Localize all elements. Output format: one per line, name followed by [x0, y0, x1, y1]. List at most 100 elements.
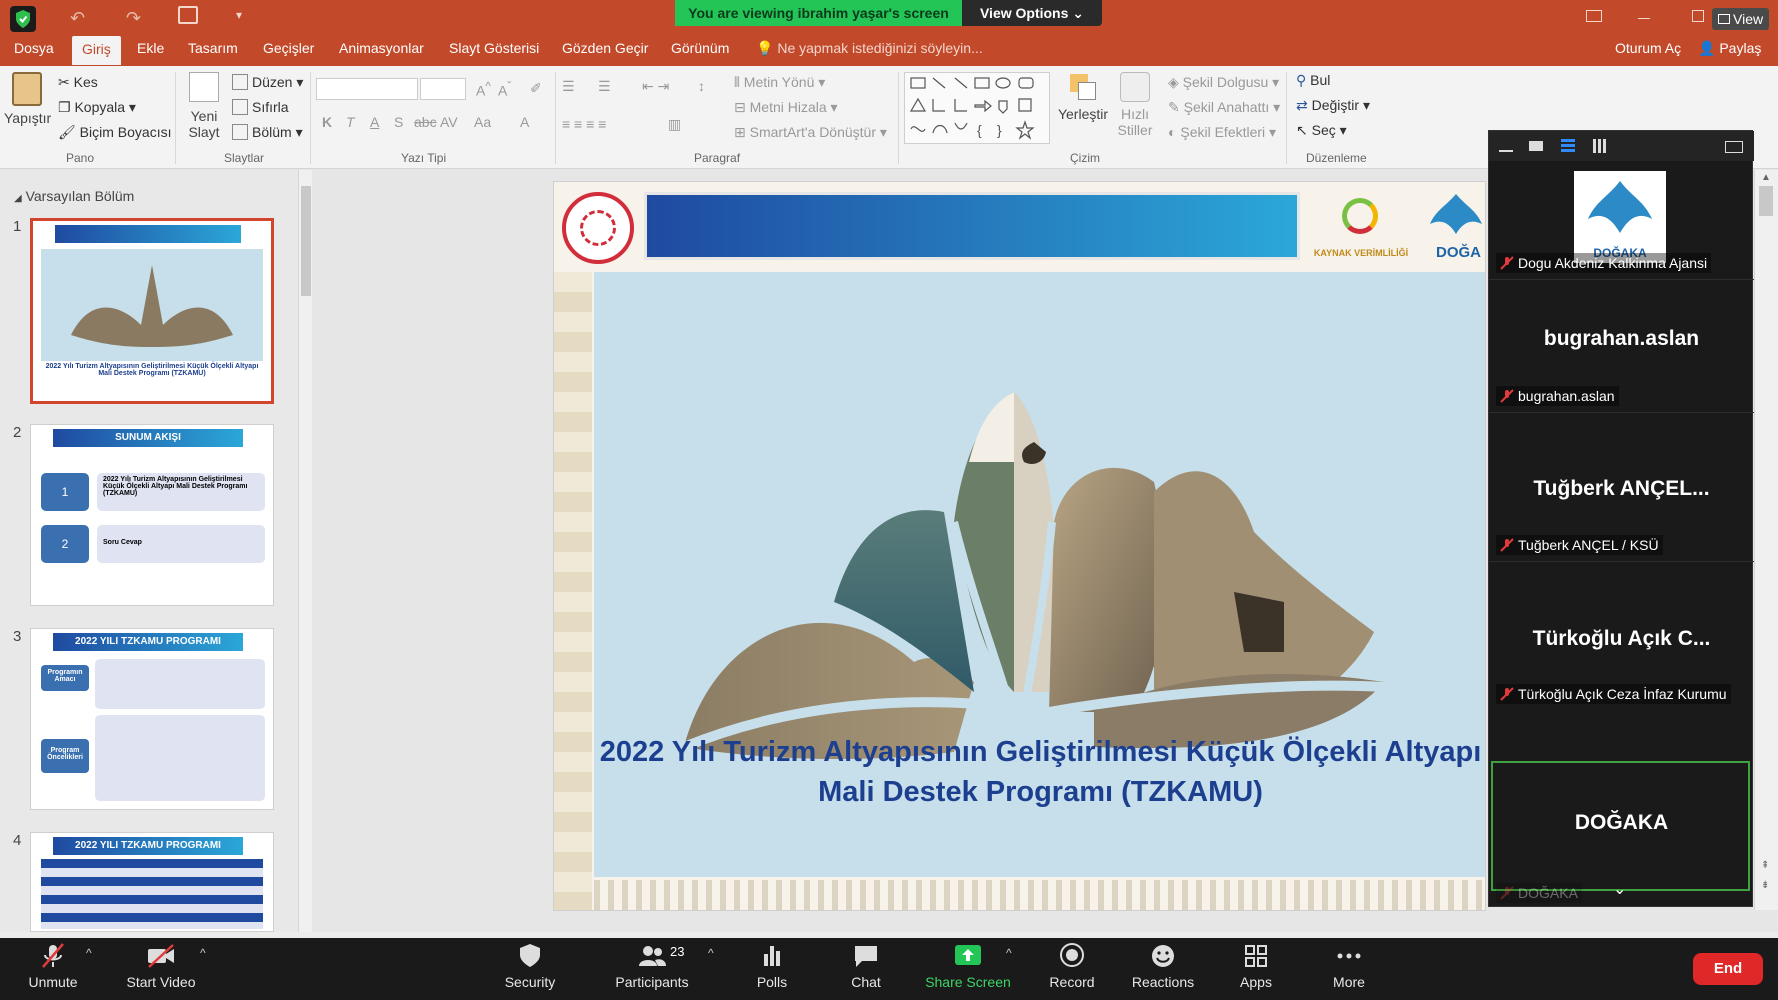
slide-thumbnail-2[interactable]: SUNUM AKIŞI 1 2022 Yılı Turizm Altyapısı… [30, 424, 274, 606]
slide-title[interactable]: 2022 Yılı Turizm Altyapısının Geliştiril… [594, 732, 1485, 812]
columns-icon[interactable]: ▥ [668, 116, 681, 133]
logo-caption: KAYNAK VERİMLİLİĞİ [1313, 248, 1409, 258]
minimize-icon[interactable] [1638, 18, 1650, 19]
share-options-chevron-icon[interactable]: ^ [1006, 946, 1012, 960]
line-spacing-icon[interactable]: ↕ [698, 78, 705, 94]
section-button[interactable]: Bölüm ▾ [232, 124, 303, 141]
paste-button[interactable]: Yapıştır [4, 72, 51, 126]
numbering-icon[interactable]: ☰ [598, 78, 611, 95]
customize-qat-icon[interactable]: ▾ [236, 8, 242, 22]
apps-button[interactable]: Apps [1236, 942, 1276, 990]
scrollbar-thumb[interactable] [1759, 186, 1773, 216]
tab-gozden-gecir[interactable]: Gözden Geçir [562, 40, 648, 56]
italic-button[interactable]: T [346, 114, 355, 130]
end-meeting-button[interactable]: End [1693, 953, 1763, 985]
tab-ekle[interactable]: Ekle [137, 40, 164, 56]
grow-font-icon[interactable]: A^ [476, 80, 491, 99]
text-direction-button[interactable]: ⫴ Metin Yönü ▾ [734, 74, 825, 91]
prev-slide-icon[interactable]: ⇞ [1761, 860, 1769, 871]
share-button[interactable]: 👤 Paylaş [1698, 40, 1761, 57]
minimize-panel-icon[interactable] [1499, 150, 1513, 152]
shape-fill-button[interactable]: ◈ Şekil Dolgusu ▾ [1168, 74, 1279, 91]
scrollbar-thumb[interactable] [301, 186, 311, 296]
share-screen-button[interactable]: Share Screen [924, 942, 1012, 990]
dogaka-avatar: DOĞAKA [1574, 171, 1666, 263]
char-spacing-button[interactable]: AV [440, 114, 458, 130]
reactions-button[interactable]: Reactions [1130, 942, 1196, 990]
redo-icon[interactable]: ↷ [126, 8, 141, 29]
slide-thumbnail-1[interactable]: 2022 Yılı Turizm Altyapısının Geliştiril… [30, 218, 274, 404]
layout-button[interactable]: Düzen ▾ [232, 74, 303, 91]
align-left-icon[interactable]: ≡ ≡ ≡ ≡ [562, 116, 606, 132]
section-header[interactable]: ◢ Varsayılan Bölüm [14, 188, 134, 204]
shape-effects-button[interactable]: ◐ Şekil Efektleri ▾ [1168, 124, 1276, 141]
find-button[interactable]: ⚲ Bul [1296, 72, 1330, 89]
thumbnail-scrollbar[interactable] [298, 170, 312, 940]
arrange-button[interactable]: Yerleştir [1056, 72, 1110, 122]
replace-button[interactable]: ⇄ Değiştir ▾ [1296, 97, 1370, 114]
shadow-button[interactable]: S [394, 114, 403, 130]
slide-thumbnail-4[interactable]: 2022 YILI TZKAMU PROGRAMI [30, 832, 274, 932]
unmute-button[interactable]: Unmute [28, 942, 78, 990]
reset-button[interactable]: Sıfırla [232, 99, 289, 115]
shape-outline-button[interactable]: ✎ Şekil Anahattı ▾ [1168, 99, 1280, 116]
security-button[interactable]: Security [502, 942, 558, 990]
shapes-gallery[interactable]: {} [904, 72, 1050, 144]
cursor-icon: ↖ [1296, 122, 1308, 138]
more-button[interactable]: More [1328, 942, 1370, 990]
slide-thumbnail-3[interactable]: 2022 YILI TZKAMU PROGRAMI Programın Amac… [30, 628, 274, 810]
chat-button[interactable]: Chat [846, 942, 886, 990]
record-button[interactable]: Record [1048, 942, 1096, 990]
font-color-button[interactable]: A [520, 114, 529, 130]
tab-giris[interactable]: Giriş [72, 36, 121, 65]
speaker-view-icon[interactable] [1529, 141, 1543, 151]
select-button[interactable]: ↖ Seç ▾ [1296, 122, 1347, 139]
underline-button[interactable]: A [370, 114, 379, 130]
indent-icon[interactable]: ⇤ ⇥ [642, 78, 669, 95]
start-video-button[interactable]: Start Video [124, 942, 198, 990]
format-painter-button[interactable]: 🖌 Biçim Boyacısı [58, 124, 171, 141]
present-icon[interactable] [178, 6, 198, 24]
ribbon-display-icon[interactable] [1586, 10, 1602, 22]
undo-icon[interactable]: ↶ [70, 8, 85, 29]
audio-options-chevron-icon[interactable]: ^ [86, 946, 92, 960]
cut-button[interactable]: ✂ Kes [58, 74, 98, 91]
gallery-view-icon[interactable] [1593, 139, 1607, 153]
tab-dosya[interactable]: Dosya [14, 40, 54, 56]
tell-me-input[interactable]: 💡 Ne yapmak istediğinizi söyleyin... [756, 40, 983, 57]
font-size-input[interactable] [420, 78, 466, 100]
maximize-icon[interactable] [1692, 10, 1704, 22]
bold-button[interactable]: K [322, 114, 332, 130]
editor-scrollbar[interactable]: ▲ ⇞ ⇟ [1754, 170, 1778, 910]
tab-gorunum[interactable]: Görünüm [671, 40, 729, 56]
video-options-chevron-icon[interactable]: ^ [200, 946, 206, 960]
scroll-up-icon[interactable]: ▲ [1761, 172, 1771, 183]
view-options-button[interactable]: View Options ⌄ [962, 0, 1102, 26]
tab-gecisler[interactable]: Geçişler [263, 40, 314, 56]
tab-tasarim[interactable]: Tasarım [188, 40, 238, 56]
quick-styles-icon [1120, 72, 1150, 102]
change-case-button[interactable]: Aa [474, 114, 491, 130]
current-slide[interactable]: KAYNAK VERİMLİLİĞİ DOĞA 2022 Yılı Turizm… [553, 181, 1486, 911]
quick-styles-button[interactable]: Hızlı Stiller [1112, 72, 1158, 138]
scroll-down-chevron-icon[interactable]: ⌄ [1613, 879, 1626, 899]
sign-in-link[interactable]: Oturum Aç [1615, 40, 1681, 56]
polls-button[interactable]: Polls [752, 942, 792, 990]
strikethrough-button[interactable]: abc [414, 114, 437, 130]
smartart-button[interactable]: ⊞ SmartArt'a Dönüştür ▾ [734, 124, 887, 141]
bullets-icon[interactable]: ☰ [562, 78, 575, 95]
exit-panel-icon[interactable] [1725, 141, 1743, 153]
align-text-button[interactable]: ⊟ Metni Hizala ▾ [734, 99, 838, 116]
view-button[interactable]: View [1712, 8, 1770, 30]
next-slide-icon[interactable]: ⇟ [1761, 880, 1769, 891]
shrink-font-icon[interactable]: Aˇ [498, 80, 511, 99]
participants-chevron-icon[interactable]: ^ [708, 946, 714, 960]
font-name-input[interactable] [316, 78, 418, 100]
tab-animasyonlar[interactable]: Animasyonlar [339, 40, 424, 56]
copy-button[interactable]: ❐ Kopyala ▾ [58, 99, 136, 116]
lotus-photo-collage-icon [682, 392, 1385, 759]
strip-view-icon[interactable] [1561, 139, 1575, 153]
new-slide-button[interactable]: Yeni Slayt [184, 72, 224, 140]
tab-slayt-gosterisi[interactable]: Slayt Gösterisi [449, 40, 539, 56]
clear-format-icon[interactable]: ✐ [530, 80, 542, 97]
